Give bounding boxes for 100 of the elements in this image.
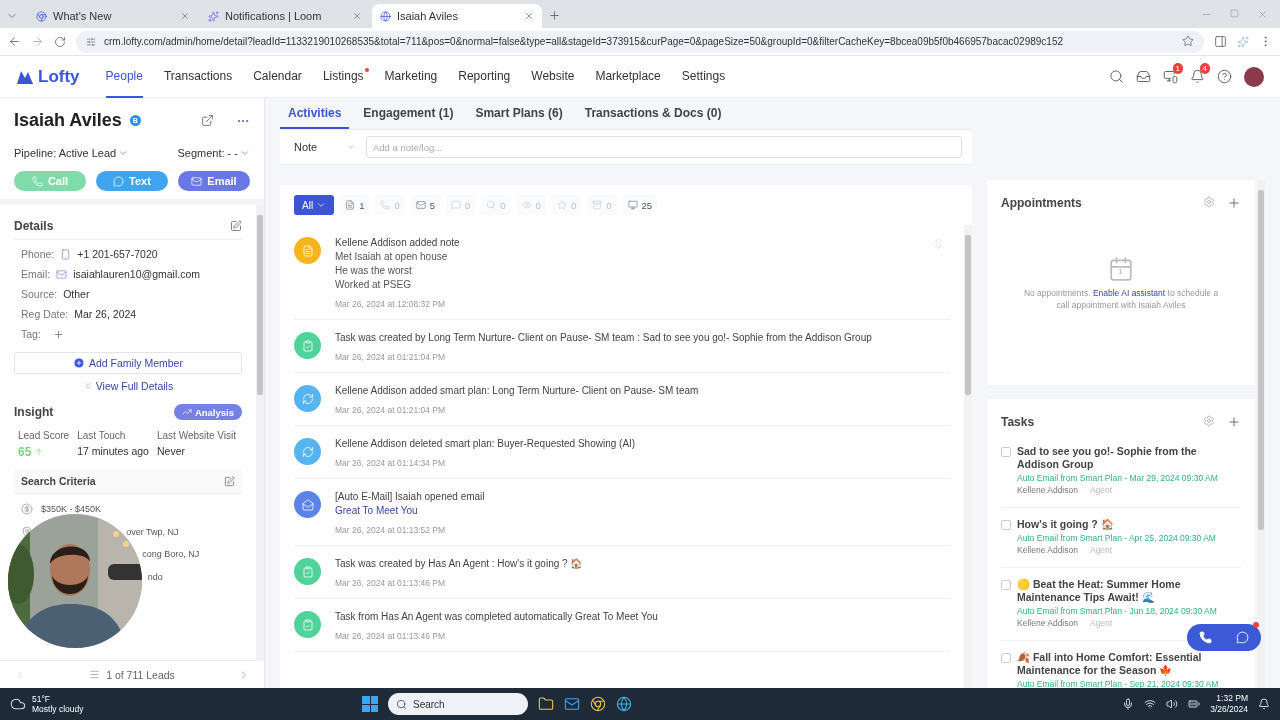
bell-icon[interactable] xyxy=(1190,69,1205,84)
activity-time: Mar 26, 2024 at 01:21:04 PM xyxy=(335,405,446,415)
pipeline-select[interactable]: Pipeline: Active Lead xyxy=(14,147,129,159)
close-icon[interactable] xyxy=(180,11,190,21)
task-checkbox[interactable] xyxy=(1001,580,1011,590)
task-owner: Kellene Addison xyxy=(1017,545,1078,555)
browser-tab[interactable]: Isaiah Aviles xyxy=(372,4,542,28)
add-tag-icon[interactable] xyxy=(52,328,64,340)
browser-tab[interactable]: Notifications | Loom xyxy=(200,4,370,28)
battery-icon xyxy=(1188,698,1201,710)
help-icon[interactable] xyxy=(1217,69,1232,84)
new-tab-icon[interactable] xyxy=(548,9,561,22)
edit-icon[interactable] xyxy=(230,220,242,232)
refresh-icon xyxy=(301,392,314,405)
criteria-value: cong Boro, NJ xyxy=(142,549,200,560)
field-value: Mar 26, 2024 xyxy=(74,308,137,320)
nav-item[interactable]: Reporting xyxy=(458,55,511,98)
reload-icon[interactable] xyxy=(54,35,66,48)
email-link[interactable]: Great To Meet You xyxy=(335,505,418,516)
note-input[interactable]: Add a note/log... xyxy=(366,136,962,158)
chat-icon[interactable] xyxy=(1236,631,1249,644)
criteria-value: ndo xyxy=(147,571,163,582)
add-icon[interactable] xyxy=(1227,196,1241,210)
chevron-down-icon xyxy=(118,148,129,158)
settings-icon[interactable] xyxy=(1203,196,1215,208)
filter-chip[interactable]: 5 xyxy=(410,195,440,215)
nav-item[interactable]: Marketplace xyxy=(595,55,661,98)
all-filter-button[interactable]: All xyxy=(294,195,335,215)
section-tab[interactable]: Transactions & Docs (0) xyxy=(576,98,730,129)
close-icon[interactable] xyxy=(524,11,534,21)
settings-icon[interactable] xyxy=(1203,415,1215,427)
search-icon[interactable] xyxy=(1109,69,1124,84)
nav-item[interactable]: Calendar xyxy=(253,55,302,98)
add-family-member-button[interactable]: Add Family Member xyxy=(14,352,242,374)
forward-icon[interactable] xyxy=(31,35,44,48)
section-tab[interactable]: Smart Plans (6) xyxy=(467,98,571,129)
view-full-details-link[interactable]: View Full Details xyxy=(82,380,174,392)
activity-title: Task was created by Has An Agent : How's it going ? 🏠 xyxy=(335,558,583,569)
folder-icon[interactable] xyxy=(538,696,554,712)
temperature: 51°F xyxy=(32,694,52,704)
field-label: Tag: xyxy=(21,328,41,340)
side-panel-icon[interactable] xyxy=(1214,35,1227,48)
phone-icon[interactable] xyxy=(1199,631,1212,644)
share-icon[interactable] xyxy=(201,113,214,127)
nav-item[interactable]: Transactions xyxy=(163,55,233,98)
tab-title: What's New xyxy=(53,10,113,22)
plus-circle-icon xyxy=(73,357,85,369)
monitor-icon xyxy=(627,200,638,210)
close-icon[interactable] xyxy=(352,11,362,21)
field-label: Reg Date: xyxy=(21,308,69,320)
section-tab[interactable]: Engagement (1) xyxy=(355,98,462,129)
volume-icon xyxy=(1166,698,1179,710)
up-arrow-icon xyxy=(34,447,45,457)
empty-message: No appointments. Enable AI assistant to schedule a call appointment with Isaiah Aviles xyxy=(1022,288,1220,311)
lead-counter: 1 of 711 Leads xyxy=(106,668,175,681)
task-checkbox[interactable] xyxy=(1001,520,1011,530)
browser-icon[interactable] xyxy=(616,696,632,712)
sparkle-icon xyxy=(208,10,219,22)
chevron-down-icon xyxy=(346,142,356,152)
task-checkbox[interactable] xyxy=(1001,653,1011,663)
nav-item[interactable]: Listings xyxy=(322,55,364,98)
filter-chip[interactable]: 25 xyxy=(622,195,658,215)
nav-item[interactable]: Marketing xyxy=(384,55,438,98)
close-icon[interactable] xyxy=(1257,9,1268,20)
nav-item[interactable]: Settings xyxy=(681,55,726,98)
task-owner: Kellene Addison xyxy=(1017,485,1078,495)
section-title: Insight xyxy=(14,405,54,419)
add-icon[interactable] xyxy=(1227,415,1241,429)
task-checkbox[interactable] xyxy=(1001,447,1011,457)
inbox-icon[interactable] xyxy=(1136,69,1151,84)
edit-icon[interactable] xyxy=(224,475,235,487)
browser-tab[interactable]: What's New xyxy=(28,4,198,28)
activity-title: Task was created by Long Term Nurture- Client on Pause- SM team : Sad to see you go!- Sophie from the Addison Group xyxy=(335,332,872,343)
clock-time: 1:32 PM xyxy=(1216,693,1248,704)
filter-chip[interactable]: 1 xyxy=(340,195,370,215)
enable-ai-link[interactable]: Enable AI assistant xyxy=(1092,288,1166,298)
monitor-icon[interactable] xyxy=(1163,69,1178,84)
taskbar-search[interactable]: Search xyxy=(388,693,528,715)
field-label: Source: xyxy=(21,288,58,300)
brand-name: Lofty xyxy=(38,66,80,87)
nav-item[interactable]: Website xyxy=(531,55,575,98)
bookmark-star-icon[interactable] xyxy=(1182,34,1194,47)
segment-select[interactable]: Segment: - - xyxy=(177,147,250,159)
note-type-select[interactable]: Note xyxy=(280,141,356,153)
weather-text: Mostly cloudy xyxy=(32,704,84,714)
call-chat-widget[interactable] xyxy=(1187,624,1261,651)
activity-title: Kellene Addison added smart plan: Long Term Nurture- Client on Pause- SM team xyxy=(335,385,699,396)
activity-title: Task from Has An Agent was completed automatically Great To Meet You xyxy=(335,611,658,622)
mail-icon xyxy=(56,268,68,280)
notification-icon[interactable] xyxy=(1258,698,1270,710)
back-icon[interactable] xyxy=(8,35,21,48)
mail-icon[interactable] xyxy=(564,696,580,712)
email-button[interactable]: Email xyxy=(178,171,250,191)
address-bar[interactable]: crm.lofty.com/admin/home/detail?leadId=1133219010268535&total=711&pos=0&normal=false&type=all&stageId=373915&curPage=0&pageSize=50&groupId=0&filterCacheKey=8bcea09b5f0b466957bacac02989c152 xyxy=(76,30,1204,53)
start-button[interactable] xyxy=(362,696,378,712)
clipboard-check-icon xyxy=(301,339,314,352)
note-line: Met Isaiah at open house xyxy=(335,251,448,262)
user-avatar[interactable] xyxy=(1244,66,1264,87)
list-icon xyxy=(89,669,101,680)
chrome-icon[interactable] xyxy=(590,696,606,712)
